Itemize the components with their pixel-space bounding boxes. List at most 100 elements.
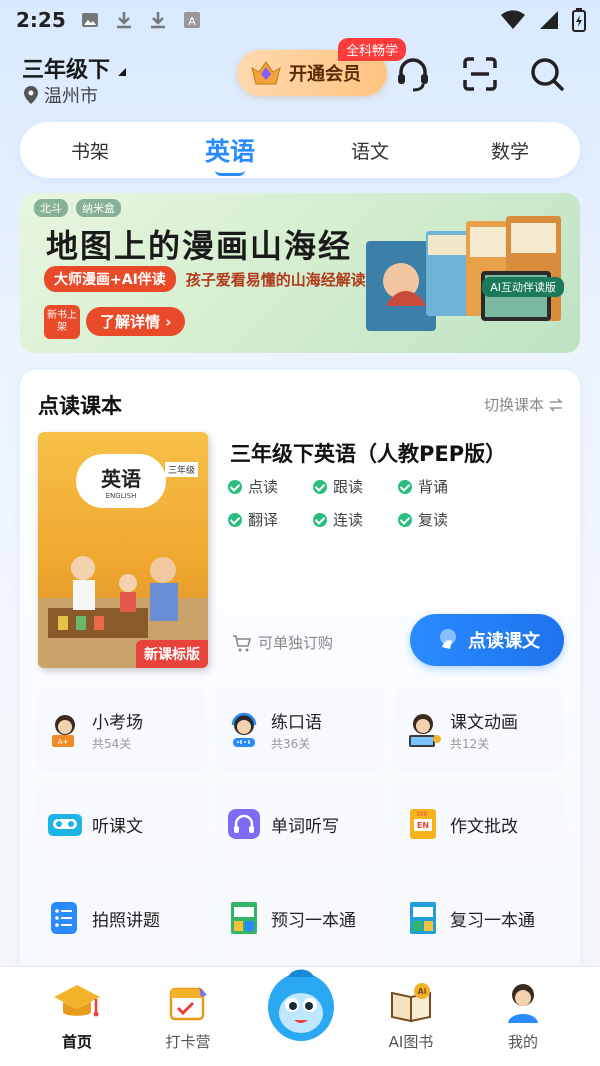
signal-icon: [540, 11, 558, 29]
tool-count: 共36关: [271, 737, 311, 751]
location-pin-icon: [24, 86, 38, 104]
battery-icon: [572, 8, 586, 32]
tool-essay[interactable]: EN 100 作文批改: [394, 782, 564, 866]
promo-banner[interactable]: 北斗 纳米盒 地图上的漫画山海经 大师漫画+AI伴读 孩子爱看易懂的山海经解读 …: [20, 193, 580, 353]
nav-label: 首页: [61, 1033, 92, 1051]
book-name: 三年级下英语（人教PEP版）: [230, 442, 507, 466]
tool-name: 作文批改: [450, 816, 518, 837]
tab-english[interactable]: 英语: [160, 132, 300, 176]
download-icon: [150, 12, 165, 29]
check-icon: [398, 512, 412, 527]
feature-item: 复读: [398, 509, 483, 530]
buy-alone-label: 可单独订购: [258, 634, 334, 652]
buy-alone-link[interactable]: 可单独订购: [232, 632, 333, 653]
status-time: 2:25: [16, 8, 66, 32]
tool-name: 单词听写: [271, 816, 339, 837]
profile-avatar-icon: [508, 984, 538, 1023]
brand-beidou: 北斗: [34, 199, 68, 217]
scan-icon[interactable]: [460, 54, 500, 94]
cassette-icon: [48, 814, 82, 836]
nav-label: 我的: [507, 1033, 538, 1051]
caret-down-icon: [118, 68, 127, 76]
feature-item: 连读: [313, 509, 398, 530]
tool-photo[interactable]: 拍照讲题: [36, 876, 206, 960]
headphone-icon: [228, 809, 260, 839]
active-tab-indicator: [215, 170, 245, 176]
nav-profile[interactable]: 我的: [478, 981, 568, 1052]
tool-name: 听课文: [92, 816, 143, 837]
svg-text:Ai: Ai: [418, 987, 427, 996]
check-icon: [228, 512, 242, 527]
cover-title-bubble: 英语 ENGLISH: [76, 454, 166, 508]
review-book-icon: [410, 902, 436, 934]
learn-more-button[interactable]: 了解详情 ›: [86, 307, 186, 336]
reading-card: 点读课本 切换课本 英语 ENGLISH 三年级 新课标版 三年级下英语（人教P…: [20, 370, 580, 990]
check-icon: [313, 479, 327, 494]
tab-math[interactable]: 数学: [440, 137, 580, 164]
tool-grid: A+ 小考场共54关 练口语共36关 课文动画共12关 听课文 单词听写 EN 1…: [36, 688, 564, 960]
tool-count: 共54关: [92, 737, 132, 751]
nav-ai-books[interactable]: Ai AI图书: [366, 981, 456, 1052]
tool-dictation[interactable]: 单词听写: [215, 782, 385, 866]
gallery-icon: [81, 13, 98, 27]
location[interactable]: 温州市: [24, 82, 98, 108]
nav-label: 打卡营: [165, 1033, 211, 1051]
nav-checkin[interactable]: 打卡营: [143, 981, 233, 1052]
tool-name: 预习一本通: [271, 910, 356, 931]
animation-girl-icon: [409, 714, 441, 747]
tool-name: 小考场: [92, 713, 143, 733]
tool-speaking[interactable]: 练口语共36关: [215, 688, 385, 772]
tool-animation[interactable]: 课文动画共12关: [394, 688, 564, 772]
check-icon: [313, 512, 327, 527]
switch-book-label: 切换课本: [483, 396, 544, 414]
grade-label: 三年级下: [22, 58, 111, 83]
grade-selector[interactable]: 三年级下: [22, 52, 127, 84]
customer-service-icon[interactable]: [393, 54, 433, 94]
cart-icon: [233, 634, 252, 651]
new-book-badge: 新书上架: [44, 305, 80, 339]
svg-text:A: A: [188, 15, 196, 28]
nav-mascot[interactable]: [266, 965, 336, 1045]
subject-tabs: 书架 英语 语文 数学: [20, 122, 580, 178]
nav-home[interactable]: 首页: [32, 981, 122, 1052]
tool-name: 拍照讲题: [92, 910, 160, 931]
book-cover[interactable]: 英语 ENGLISH 三年级 新课标版: [38, 432, 208, 668]
read-text-button[interactable]: 点读课文: [410, 614, 564, 666]
tool-exam[interactable]: A+ 小考场共54关: [36, 688, 206, 772]
svg-text:100: 100: [416, 811, 428, 818]
wifi-icon: [501, 10, 525, 29]
banner-title: 地图上的漫画山海经: [46, 227, 353, 265]
ai-version-badge: AI互动伴读版: [482, 277, 564, 297]
exam-girl-icon: A+: [52, 715, 75, 747]
cover-subtitle: ENGLISH: [105, 491, 137, 500]
tool-name: 练口语: [271, 713, 322, 733]
search-icon[interactable]: [527, 54, 567, 94]
status-bar: 2:25 A: [0, 0, 600, 40]
font-a-icon: A: [183, 12, 200, 28]
tool-review[interactable]: 复习一本通: [394, 876, 564, 960]
nav-label: AI图书: [388, 1033, 434, 1051]
tool-listen[interactable]: 听课文: [36, 782, 206, 866]
cover-grade: 三年级: [164, 462, 198, 477]
touch-read-icon: [440, 629, 456, 649]
speaking-boy-icon: [231, 712, 257, 747]
feature-item: 翻译: [228, 509, 313, 530]
tab-chinese[interactable]: 语文: [300, 137, 440, 164]
vip-label: 开通会员: [289, 64, 361, 85]
mascot-icon: [268, 969, 334, 1041]
check-icon: [398, 479, 412, 494]
photo-list-icon: [51, 902, 77, 934]
switch-book-button[interactable]: 切换课本: [484, 394, 564, 415]
feature-item: 背诵: [398, 476, 483, 497]
tool-name: 复习一本通: [450, 910, 535, 931]
feature-item: 点读: [228, 476, 313, 497]
new-curriculum-tag: 新课标版: [136, 640, 208, 668]
tool-name: 课文动画: [450, 713, 518, 733]
tab-bookshelf[interactable]: 书架: [20, 137, 160, 164]
check-icon: [228, 479, 242, 494]
tool-count: 共12关: [450, 737, 490, 751]
tool-preview[interactable]: 预习一本通: [215, 876, 385, 960]
swap-icon: [549, 397, 563, 412]
books-illustration-icon: [366, 216, 561, 331]
banner-tag: 大师漫画+AI伴读: [44, 266, 176, 292]
